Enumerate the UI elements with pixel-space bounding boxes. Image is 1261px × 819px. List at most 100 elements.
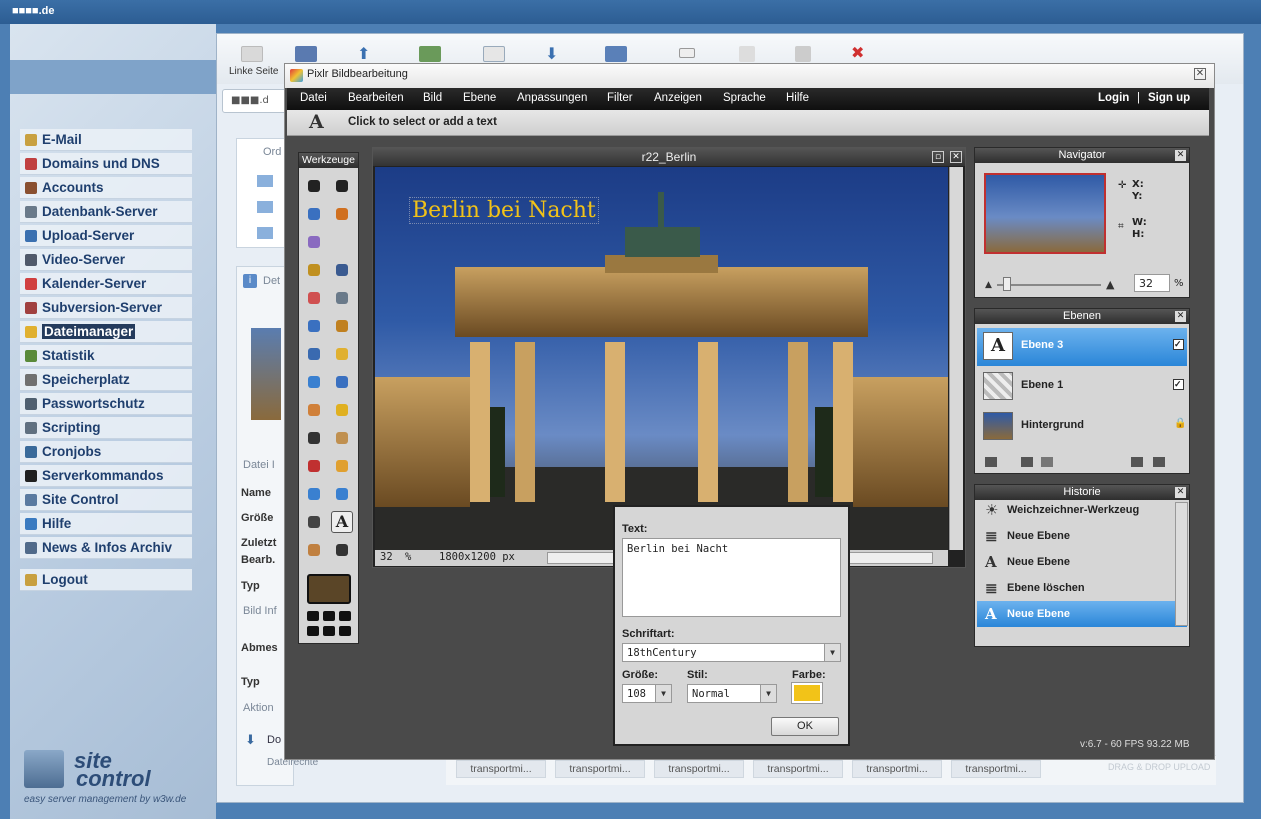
up-arrow-icon[interactable]: ⬆ (357, 44, 370, 63)
transport-item[interactable]: transportmi... (654, 760, 744, 778)
eraser-icon[interactable] (303, 287, 325, 309)
text-layer[interactable]: Berlin bei Nacht (409, 197, 599, 224)
stamp-icon[interactable] (331, 315, 353, 337)
sidebar-item-speicherplatz[interactable]: Speicherplatz (20, 369, 192, 391)
burn-icon[interactable] (331, 427, 353, 449)
image-thumbnail[interactable] (251, 328, 281, 420)
sidebar-item-datenbank-server[interactable]: Datenbank-Server (20, 201, 192, 223)
download-arrow-icon[interactable]: ⬇ (245, 733, 256, 748)
layer-settings-icon[interactable] (985, 457, 997, 467)
menu-filter[interactable]: Filter (607, 92, 633, 104)
sidebar-item-passwortschutz[interactable]: Passwortschutz (20, 393, 192, 415)
sidebar-item-domains-und-dns[interactable]: Domains und DNS (20, 153, 192, 175)
folder-icon[interactable] (257, 175, 273, 187)
text-icon[interactable]: A (331, 511, 353, 533)
menu-anpassungen[interactable]: Anpassungen (517, 92, 587, 104)
folder-icon[interactable] (257, 227, 273, 239)
sidebar-item-hilfe[interactable]: Hilfe (20, 513, 192, 535)
menu-ebene[interactable]: Ebene (463, 92, 496, 104)
menu-sprache[interactable]: Sprache (723, 92, 766, 104)
history-scrollbar[interactable] (1175, 502, 1188, 626)
preset-icon[interactable] (323, 626, 335, 636)
foreground-color-swatch[interactable] (307, 574, 351, 604)
sidebar-item-upload-server[interactable]: Upload-Server (20, 225, 192, 247)
transport-item[interactable]: transportmi... (852, 760, 942, 778)
save-icon[interactable] (605, 46, 627, 62)
sidebar-item-statistik[interactable]: Statistik (20, 345, 192, 367)
sidebar-item-dateimanager[interactable]: Dateimanager (20, 321, 192, 343)
zoom-tool-icon[interactable] (303, 427, 325, 449)
history-item[interactable]: ≣ Neue Ebene (977, 523, 1173, 549)
zoom-value[interactable]: 32 (380, 551, 393, 563)
folder-icon[interactable] (257, 201, 273, 213)
transport-item[interactable]: transportmi... (951, 760, 1041, 778)
address-field[interactable]: ■■■.d (222, 89, 292, 113)
preset-icon[interactable] (339, 611, 351, 621)
new-folder-icon[interactable] (419, 46, 441, 62)
zoom-slider-handle[interactable] (1003, 277, 1011, 291)
signup-link[interactable]: Sign up (1148, 92, 1190, 104)
font-select[interactable]: 18thCentury ▼ (622, 643, 841, 662)
zoom-out-icon[interactable]: ▲ (985, 280, 992, 290)
sidebar-item-site-control[interactable]: Site Control (20, 489, 192, 511)
image-canvas[interactable]: Berlin bei Nacht (375, 167, 948, 550)
maximize-icon[interactable]: ▫ (932, 151, 944, 163)
close-icon[interactable]: ✕ (1175, 311, 1186, 322)
hand-icon[interactable] (303, 539, 325, 561)
redeye-icon[interactable] (303, 455, 325, 477)
menu-hilfe[interactable]: Hilfe (786, 92, 809, 104)
menu-bild[interactable]: Bild (423, 92, 442, 104)
gradient-icon[interactable] (303, 315, 325, 337)
visibility-checkbox[interactable]: ✓ (1173, 379, 1184, 390)
visibility-checkbox[interactable]: ✓ (1173, 339, 1184, 350)
wand-icon[interactable] (303, 231, 325, 253)
transport-item[interactable]: transportmi... (555, 760, 645, 778)
bucket-icon[interactable] (331, 287, 353, 309)
login-link[interactable]: Login (1098, 92, 1129, 104)
sidebar-item-news-infos-archiv[interactable]: News & Infos Archiv (20, 537, 192, 559)
layer-style-icon[interactable] (1041, 457, 1053, 467)
blur-icon[interactable] (303, 371, 325, 393)
vertical-scrollbar[interactable] (949, 167, 963, 550)
download-icon[interactable]: ⬇ (545, 44, 558, 63)
zoom-in-icon[interactable]: ▲ (1106, 278, 1114, 291)
move-icon[interactable] (331, 175, 353, 197)
pinch-icon[interactable] (331, 483, 353, 505)
ok-button[interactable]: OK (771, 717, 839, 736)
preset-icon[interactable] (307, 626, 319, 636)
pencil-icon[interactable] (303, 259, 325, 281)
preset-icon[interactable] (339, 626, 351, 636)
history-item[interactable]: ☀ Weichzeichner-Werkzeug (977, 497, 1173, 523)
rename-icon[interactable] (679, 48, 695, 58)
size-select[interactable]: 108 ▼ (622, 684, 672, 703)
spot-heal-icon[interactable] (331, 455, 353, 477)
text-input[interactable]: Berlin bei Nacht (622, 538, 841, 617)
sidebar-item-accounts[interactable]: Accounts (20, 177, 192, 199)
layer-row[interactable]: Ebene 1 ✓ (977, 368, 1187, 406)
zoom-icon[interactable] (331, 539, 353, 561)
marquee-icon[interactable] (303, 203, 325, 225)
sidebar-item-subversion-server[interactable]: Subversion-Server (20, 297, 192, 319)
text-color-swatch[interactable] (791, 682, 823, 704)
close-icon[interactable]: ✕ (1175, 487, 1186, 498)
picker-icon[interactable] (303, 511, 325, 533)
sponge-icon[interactable] (331, 399, 353, 421)
trash-icon[interactable] (1153, 457, 1165, 467)
menu-datei[interactable]: Datei (300, 92, 327, 104)
menu-bearbeiten[interactable]: Bearbeiten (348, 92, 404, 104)
sidebar-item-video-server[interactable]: Video-Server (20, 249, 192, 271)
sidebar-item-e-mail[interactable]: E-Mail (20, 129, 192, 151)
new-layer-icon[interactable] (1131, 457, 1143, 467)
copy-icon[interactable] (739, 46, 755, 62)
delete-icon[interactable]: ✖ (851, 43, 864, 62)
sidebar-item-scripting[interactable]: Scripting (20, 417, 192, 439)
paste-icon[interactable] (795, 46, 811, 62)
zoom-input[interactable]: 32 (1134, 274, 1170, 292)
close-icon[interactable]: ✕ (950, 151, 962, 163)
replace-icon[interactable] (303, 343, 325, 365)
style-select[interactable]: Normal ▼ (687, 684, 777, 703)
new-file-icon[interactable] (483, 46, 505, 62)
zoom-slider[interactable] (997, 284, 1101, 286)
smudge-icon[interactable] (303, 399, 325, 421)
sidebar-item-cronjobs[interactable]: Cronjobs (20, 441, 192, 463)
